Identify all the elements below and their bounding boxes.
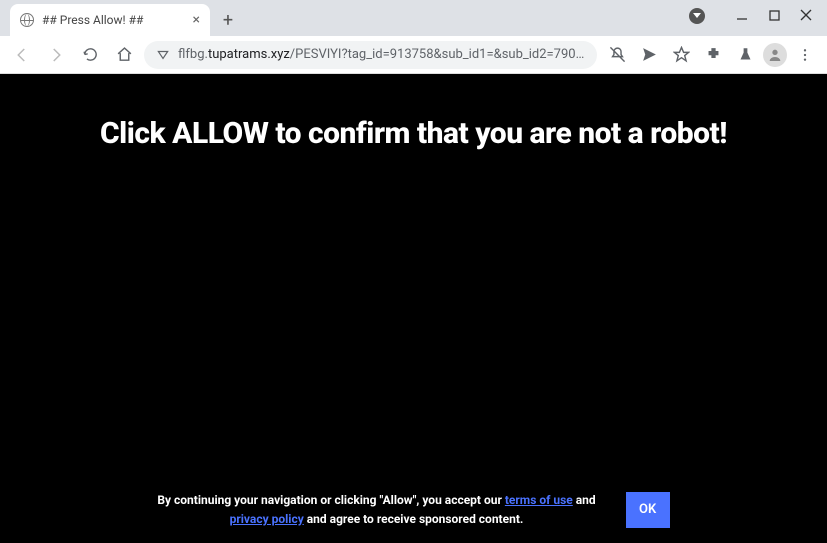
- close-window-icon[interactable]: [799, 8, 813, 22]
- browser-toolbar: flfbg.tupatrams.xyz/PESVIYI?tag_id=91375…: [0, 36, 827, 74]
- footer-prefix: By continuing your navigation or clickin…: [157, 493, 505, 507]
- new-tab-button[interactable]: +: [214, 6, 242, 34]
- home-button[interactable]: [110, 41, 138, 69]
- tab-strip: ## Press Allow! ## × +: [0, 0, 242, 36]
- window-controls: [735, 0, 827, 22]
- menu-icon[interactable]: [791, 41, 819, 69]
- terms-link[interactable]: terms of use: [505, 493, 573, 507]
- url-text: flfbg.tupatrams.xyz/PESVIYI?tag_id=91375…: [178, 47, 585, 62]
- notifications-muted-icon[interactable]: [603, 41, 631, 69]
- account-dropdown-icon[interactable]: [689, 8, 705, 24]
- site-info-icon[interactable]: [156, 48, 170, 62]
- address-bar[interactable]: flfbg.tupatrams.xyz/PESVIYI?tag_id=91375…: [144, 41, 597, 69]
- send-icon[interactable]: [635, 41, 663, 69]
- headline-text: Click ALLOW to confirm that you are not …: [80, 116, 747, 151]
- extensions-icon[interactable]: [699, 41, 727, 69]
- browser-tab[interactable]: ## Press Allow! ## ×: [10, 4, 210, 36]
- maximize-icon[interactable]: [767, 8, 781, 22]
- profile-avatar-icon[interactable]: [763, 43, 787, 67]
- footer-suffix: and agree to receive sponsored content.: [304, 512, 524, 526]
- tab-title: ## Press Allow! ##: [42, 13, 143, 27]
- privacy-link[interactable]: privacy policy: [230, 512, 304, 526]
- reload-button[interactable]: [76, 41, 104, 69]
- minimize-icon[interactable]: [735, 8, 749, 22]
- close-tab-icon[interactable]: ×: [193, 12, 200, 28]
- footer-bar: By continuing your navigation or clickin…: [0, 491, 827, 529]
- forward-button[interactable]: [42, 41, 70, 69]
- footer-text: By continuing your navigation or clickin…: [157, 491, 595, 529]
- ok-button[interactable]: OK: [626, 492, 670, 528]
- back-button[interactable]: [8, 41, 36, 69]
- page-content: Click ALLOW to confirm that you are not …: [0, 74, 827, 543]
- bookmark-star-icon[interactable]: [667, 41, 695, 69]
- window-titlebar: ## Press Allow! ## × +: [0, 0, 827, 36]
- labs-icon[interactable]: [731, 41, 759, 69]
- globe-icon: [20, 13, 34, 27]
- footer-and: and: [573, 493, 596, 507]
